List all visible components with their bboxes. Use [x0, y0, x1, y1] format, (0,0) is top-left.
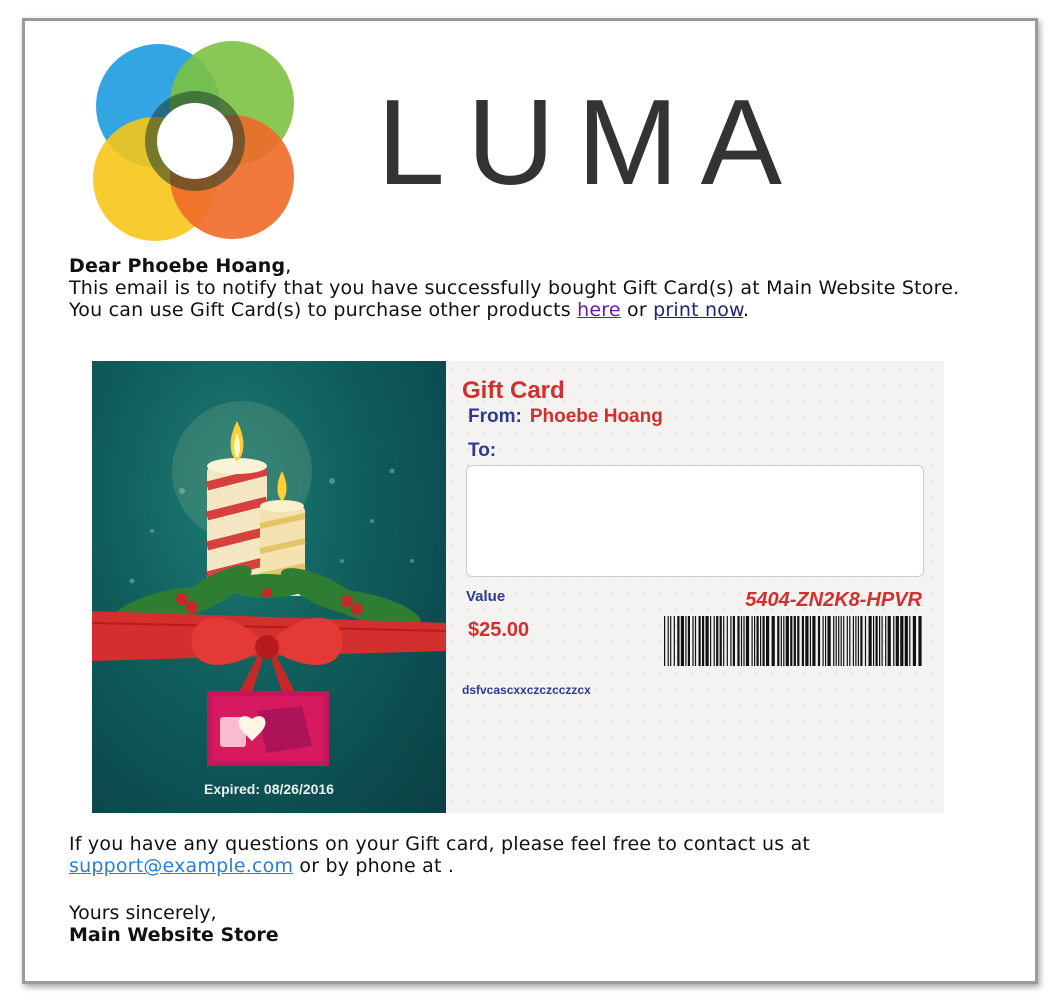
gift-card-code: 5404-ZN2K8-HPVR: [745, 589, 922, 611]
contact-prefix: If you have any questions on your Gift c…: [69, 833, 811, 855]
gift-card-image: Expired: 08/26/2016: [92, 361, 446, 813]
from-name: Phoebe Hoang: [529, 406, 663, 427]
usage-line-mid: or: [620, 299, 654, 321]
value-label: Value: [466, 588, 506, 605]
gift-card-note: dsfvcascxxczczcczzcx: [462, 683, 591, 697]
here-link[interactable]: here: [577, 299, 621, 321]
message-box: [466, 465, 924, 577]
gift-card: Expired: 08/26/2016 Gift Card From: Phoeb…: [92, 361, 944, 813]
luma-logo-icon: [93, 41, 294, 241]
print-now-link[interactable]: print now: [653, 299, 743, 321]
signoff: Yours sincerely, Main Website Store: [69, 902, 279, 946]
to-label: To:: [468, 440, 497, 461]
contact-suffix: or by phone at .: [293, 855, 455, 877]
expiry-date: Expired: 08/26/2016: [204, 781, 334, 797]
greeting: Dear Phoebe Hoang: [69, 255, 286, 277]
greeting-punct: ,: [285, 255, 292, 277]
usage-line-suffix: .: [743, 299, 750, 321]
support-email-link[interactable]: support@example.com: [69, 855, 293, 877]
email-frame: LUMA Dear Phoebe Hoang, This email is to…: [22, 18, 1038, 984]
brand-wordmark: LUMA: [377, 74, 804, 210]
gift-card-title: Gift Card: [462, 377, 565, 404]
from-label: From:: [468, 406, 522, 427]
from-row: From: Phoebe Hoang: [468, 406, 663, 428]
signoff-line: Yours sincerely,: [69, 902, 217, 924]
barcode-icon: [664, 616, 922, 666]
value-amount: $25.00: [468, 619, 530, 641]
notify-line: This email is to notify that you have su…: [69, 277, 960, 299]
store-name: Main Website Store: [69, 924, 279, 946]
christmas-candles-icon: [92, 401, 446, 766]
intro-text: Dear Phoebe Hoang, This email is to noti…: [69, 255, 999, 321]
usage-line-prefix: You can use Gift Card(s) to purchase oth…: [69, 299, 578, 321]
contact-text: If you have any questions on your Gift c…: [69, 833, 999, 877]
